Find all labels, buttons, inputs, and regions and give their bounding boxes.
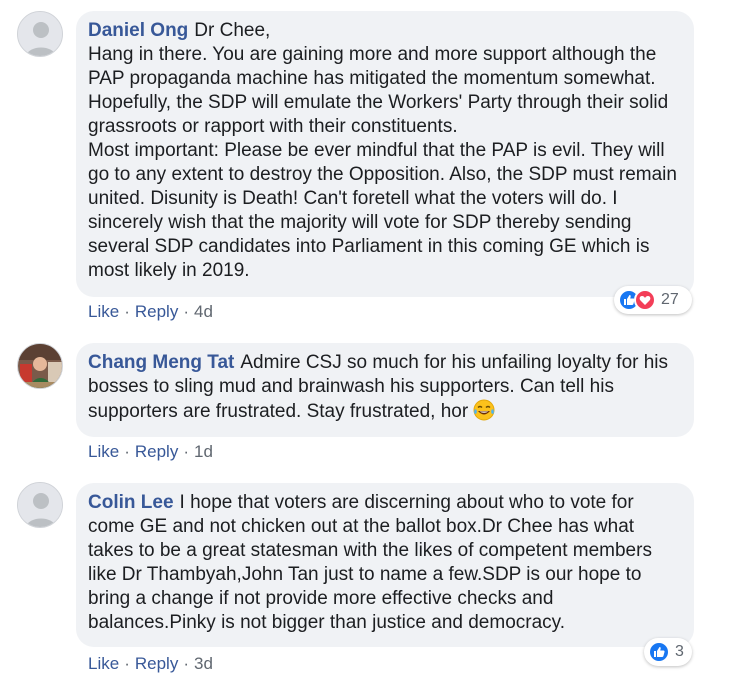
- comment-timestamp[interactable]: 1d: [194, 442, 213, 461]
- comment-text: Dr Chee, Hang in there. You are gaining …: [88, 20, 677, 281]
- tears-of-joy-emoji-icon: [473, 399, 495, 421]
- comment-author[interactable]: Daniel Ong: [88, 20, 188, 41]
- reply-link[interactable]: Reply: [135, 442, 178, 461]
- comment-author[interactable]: Chang Meng Tat: [88, 352, 234, 373]
- separator-dot: ·: [183, 442, 189, 461]
- like-link[interactable]: Like: [88, 654, 119, 673]
- default-avatar-icon[interactable]: [17, 11, 63, 57]
- comment-author[interactable]: Colin Lee: [88, 492, 174, 513]
- separator-dot: ·: [124, 442, 130, 461]
- reply-link[interactable]: Reply: [135, 302, 178, 321]
- reaction-summary[interactable]: 3: [644, 638, 692, 666]
- reaction-count: 27: [661, 291, 679, 308]
- separator-dot: ·: [183, 654, 189, 673]
- photo-avatar[interactable]: [17, 343, 63, 389]
- reaction-count: 3: [675, 643, 684, 660]
- reaction-summary[interactable]: 27: [614, 286, 692, 314]
- like-link[interactable]: Like: [88, 302, 119, 321]
- separator-dot: ·: [124, 302, 130, 321]
- like-reaction-icon: [648, 641, 670, 663]
- love-reaction-icon: [634, 289, 656, 311]
- separator-dot: ·: [183, 302, 189, 321]
- default-avatar-icon[interactable]: [17, 482, 63, 528]
- comment-timestamp[interactable]: 3d: [194, 654, 213, 673]
- comment-bubble: Chang Meng Tat Admire CSJ so much for his…: [76, 343, 694, 437]
- separator-dot: ·: [124, 654, 130, 673]
- reply-link[interactable]: Reply: [135, 654, 178, 673]
- comment-actions: Like · Reply · 1d: [88, 441, 213, 463]
- comment-bubble: Colin Lee I hope that voters are discerni…: [76, 483, 694, 647]
- comment-actions: Like · Reply · 3d: [88, 653, 213, 675]
- comment-text: I hope that voters are discerning about …: [88, 492, 658, 633]
- comment-actions: Like · Reply · 4d: [88, 301, 213, 323]
- comment-timestamp[interactable]: 4d: [194, 302, 213, 321]
- like-link[interactable]: Like: [88, 442, 119, 461]
- comment-bubble: Daniel Ong Dr Chee, Hang in there. You ar…: [76, 11, 694, 297]
